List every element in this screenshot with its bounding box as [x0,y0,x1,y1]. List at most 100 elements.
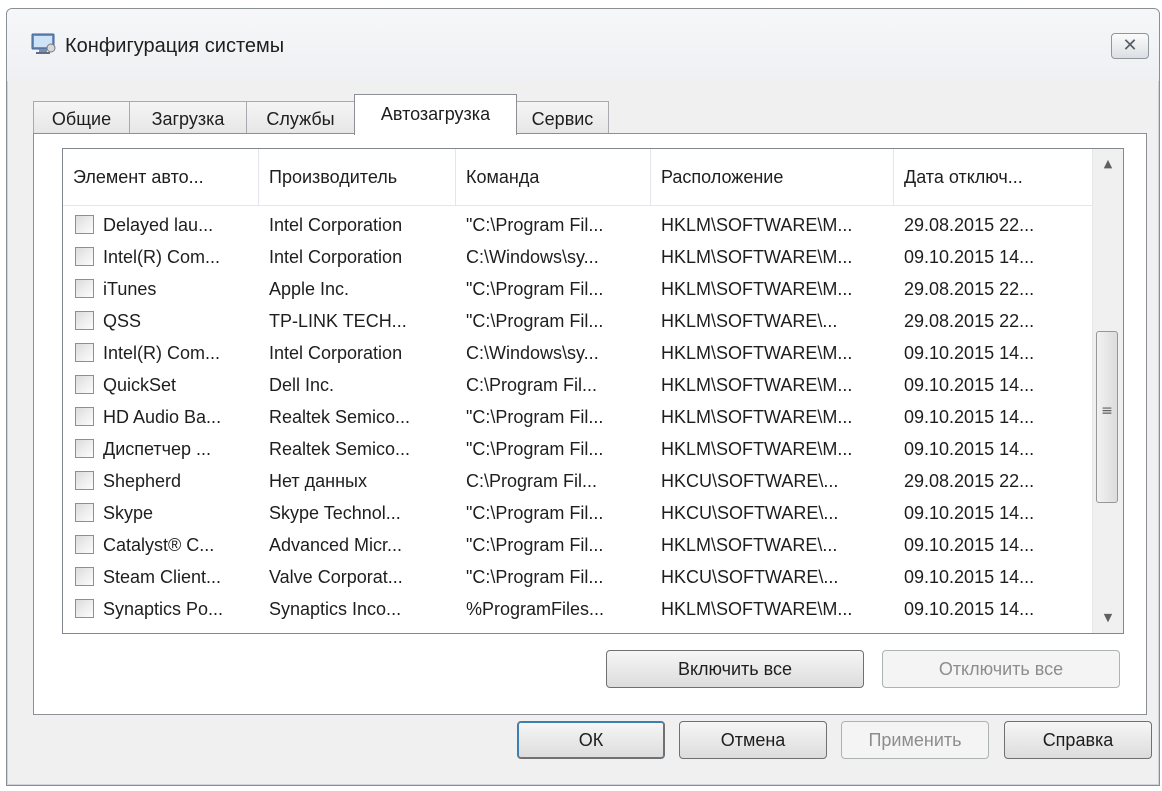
column-header-date-disabled[interactable]: Дата отключ... [894,149,1095,205]
table-row[interactable]: iTunes Apple Inc. "C:\Program Fil... HKLM\S… [63,273,1093,305]
cell-manufacturer: Dell Inc. [269,375,335,395]
startup-item-checkbox[interactable] [75,343,94,362]
cell-date-disabled: 29.08.2015 22... [904,471,1035,491]
cell-manufacturer: Synaptics Inco... [269,599,402,619]
column-header-command[interactable]: Команда [456,149,651,205]
startup-item-checkbox[interactable] [75,439,94,458]
cell-startup-item: Intel(R) Com... [103,247,221,267]
cell-startup-item: QSS [103,311,142,331]
title-bar: Конфигурация системы ✕ [7,9,1159,81]
cell-startup-item: Skype [103,503,154,523]
startup-item-checkbox[interactable] [75,471,94,490]
enable-all-button[interactable]: Включить все [606,650,864,688]
cell-startup-item: HD Audio Ba... [103,407,222,427]
table-row[interactable]: Shepherd Нет данных C:\Program Fil... HKCU\… [63,465,1093,497]
table-row[interactable]: Synaptics Po... Synaptics Inco... %Program… [63,593,1093,625]
cell-manufacturer: Нет данных [269,471,367,491]
ok-button[interactable]: ОК [517,721,665,759]
cell-manufacturer: Realtek Semico... [269,407,411,427]
table-row[interactable]: QuickSet Dell Inc. C:\Program Fil... HKLM\S… [63,369,1093,401]
cell-location: HKLM\SOFTWARE\... [661,535,838,555]
cell-location: HKLM\SOFTWARE\M... [661,279,853,299]
cell-startup-item: Synaptics Po... [103,599,224,619]
startup-item-checkbox[interactable] [75,503,94,522]
scroll-down-arrow-icon[interactable]: ▼ [1093,603,1123,633]
cell-startup-item: Диспетчер ... [103,439,212,459]
cell-command: "C:\Program Fil... [466,279,604,299]
startup-item-checkbox[interactable] [75,279,94,298]
close-icon: ✕ [1122,35,1138,56]
cell-manufacturer: Intel Corporation [269,247,403,267]
tab-general[interactable]: Общие [33,101,130,134]
cell-startup-item: QuickSet [103,375,177,395]
cell-manufacturer: Intel Corporation [269,343,403,363]
cell-location: HKLM\SOFTWARE\M... [661,599,853,619]
msconfig-app-icon [31,33,56,54]
cell-startup-item: Catalyst® C... [103,535,215,555]
cell-startup-item: Delayed lau... [103,215,214,235]
table-row[interactable]: Steam Client... Valve Corporat... "C:\Prog… [63,561,1093,593]
table-row[interactable]: HD Audio Ba... Realtek Semico... "C:\Progr… [63,401,1093,433]
tab-startup[interactable]: Автозагрузка [354,94,517,135]
cell-manufacturer: Realtek Semico... [269,439,411,459]
cell-command: "C:\Program Fil... [466,311,604,331]
cell-startup-item: iTunes [103,279,157,299]
vertical-scrollbar[interactable]: ▲ ≡ ▼ [1092,149,1123,633]
cell-date-disabled: 09.10.2015 14... [904,535,1035,555]
column-header-manufacturer[interactable]: Производитель [259,149,456,205]
table-row[interactable]: Catalyst® C... Advanced Micr... "C:\Progra… [63,529,1093,561]
cell-command: C:\Windows\sy... [466,247,599,267]
scroll-up-arrow-icon[interactable]: ▲ [1093,149,1123,179]
table-row[interactable]: Delayed lau... Intel Corporation "C:\Progr… [63,209,1093,241]
startup-item-checkbox[interactable] [75,375,94,394]
help-button[interactable]: Справка [1004,721,1152,759]
cell-manufacturer: Apple Inc. [269,279,350,299]
startup-item-checkbox[interactable] [75,215,94,234]
cell-date-disabled: 29.08.2015 22... [904,311,1035,331]
apply-button[interactable]: Применить [841,721,989,759]
scrollbar-thumb[interactable]: ≡ [1096,331,1118,503]
startup-item-checkbox[interactable] [75,407,94,426]
startup-item-checkbox[interactable] [75,599,94,618]
cell-location: HKLM\SOFTWARE\M... [661,343,853,363]
tab-boot[interactable]: Загрузка [129,101,247,134]
cell-date-disabled: 29.08.2015 22... [904,215,1035,235]
startup-item-checkbox[interactable] [75,535,94,554]
cell-startup-item: Steam Client... [103,567,222,587]
table-row[interactable]: Диспетчер ... Realtek Semico... "C:\Progra… [63,433,1093,465]
close-button[interactable]: ✕ [1111,33,1149,59]
column-header-startup-item[interactable]: Элемент авто... [63,149,259,205]
cell-location: HKCU\SOFTWARE\... [661,567,839,587]
startup-item-checkbox[interactable] [75,247,94,266]
cell-command: "C:\Program Fil... [466,535,604,555]
startup-item-checkbox[interactable] [75,567,94,586]
cell-date-disabled: 09.10.2015 14... [904,567,1035,587]
table-row[interactable]: Intel(R) Com... Intel Corporation C:\Windo… [63,241,1093,273]
cell-command: "C:\Program Fil... [466,567,604,587]
cell-date-disabled: 09.10.2015 14... [904,503,1035,523]
cell-command: "C:\Program Fil... [466,439,604,459]
table-row[interactable]: Skype Skype Technol... "C:\Program Fil... H… [63,497,1093,529]
tab-tools[interactable]: Сервис [516,101,609,134]
cell-startup-item: Intel(R) Com... [103,343,221,363]
table-row[interactable]: Intel(R) Com... Intel Corporation C:\Windo… [63,337,1093,369]
column-header-location[interactable]: Расположение [651,149,894,205]
startup-items-list[interactable]: Элемент авто... Производитель Команда Ра… [62,148,1124,634]
startup-item-checkbox[interactable] [75,311,94,330]
cell-date-disabled: 29.08.2015 22... [904,279,1035,299]
tab-services[interactable]: Службы [246,101,355,134]
cell-manufacturer: Advanced Micr... [269,535,403,555]
cell-location: HKLM\SOFTWARE\M... [661,375,853,395]
cell-command: "C:\Program Fil... [466,407,604,427]
cell-command: %ProgramFiles... [466,599,605,619]
cell-command: "C:\Program Fil... [466,503,604,523]
cell-startup-item: Shepherd [103,471,182,491]
cell-location: HKCU\SOFTWARE\... [661,503,839,523]
table-row[interactable]: QSS TP-LINK TECH... "C:\Program Fil... HKLM… [63,305,1093,337]
cell-date-disabled: 09.10.2015 14... [904,247,1035,267]
disable-all-button[interactable]: Отключить все [882,650,1120,688]
startup-tab-panel: Элемент авто... Производитель Команда Ра… [33,133,1147,715]
cell-location: HKLM\SOFTWARE\M... [661,439,853,459]
cancel-button[interactable]: Отмена [679,721,827,759]
list-header: Элемент авто... Производитель Команда Ра… [63,149,1095,206]
